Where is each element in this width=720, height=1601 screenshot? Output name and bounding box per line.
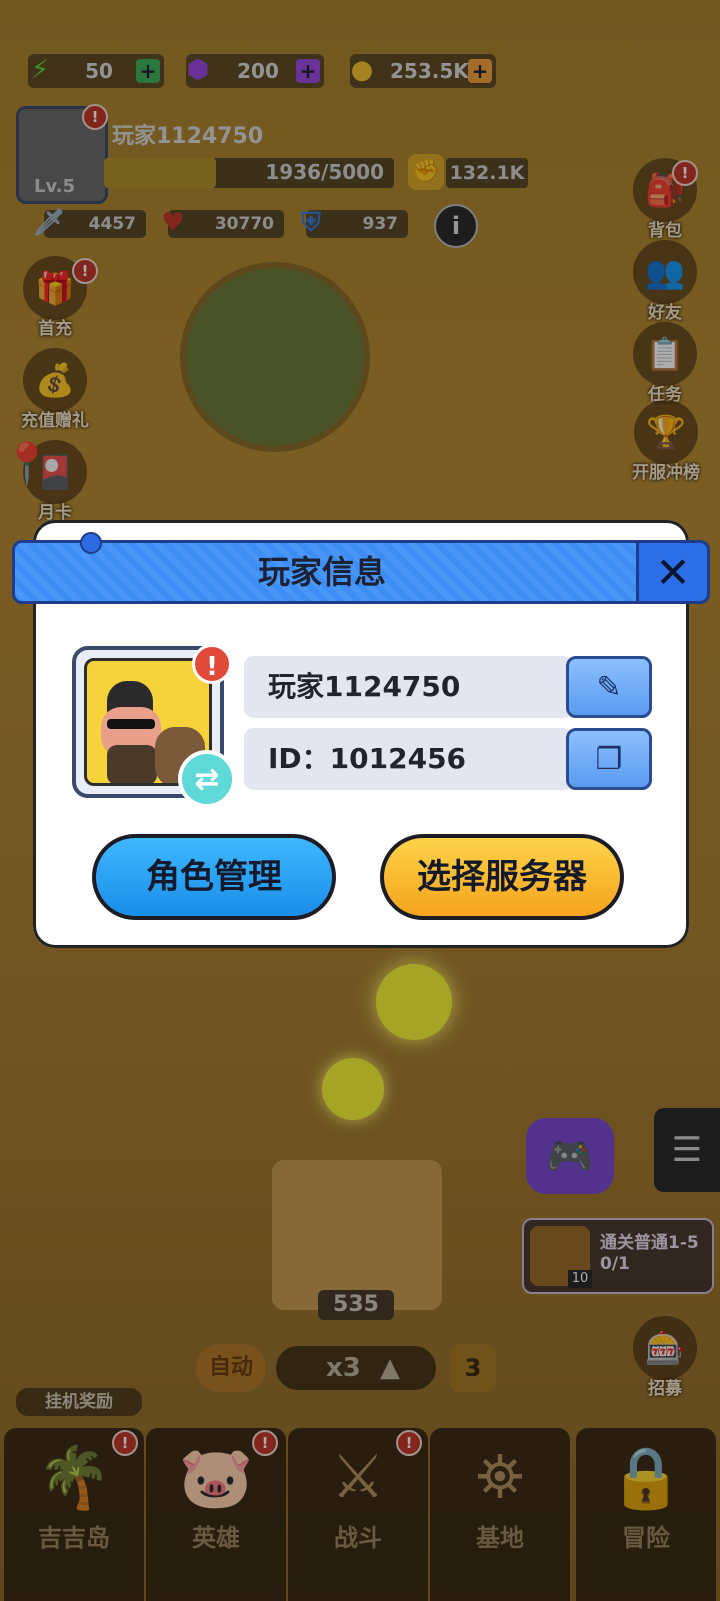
role-management-button[interactable]: 角色管理 (92, 834, 336, 920)
beard (107, 745, 157, 783)
dialog-title: 玩家信息 (257, 553, 386, 591)
copy-icon: ❐ (595, 741, 623, 777)
player-id-field: ID：1012456 (244, 728, 574, 790)
swap-icon: ⇄ (194, 761, 220, 797)
select-server-button[interactable]: 选择服务器 (380, 834, 624, 920)
edit-icon: ✎ (596, 669, 622, 705)
swap-avatar-button[interactable]: ⇄ (178, 750, 236, 808)
edit-name-button[interactable]: ✎ (566, 656, 652, 718)
player-name-field: 玩家1124750 (244, 656, 574, 718)
copy-id-button[interactable]: ❐ (566, 728, 652, 790)
close-button[interactable]: ✕ (636, 540, 710, 604)
alert-badge: ! (192, 644, 232, 684)
sunglasses (107, 719, 155, 729)
close-icon: ✕ (655, 547, 691, 597)
